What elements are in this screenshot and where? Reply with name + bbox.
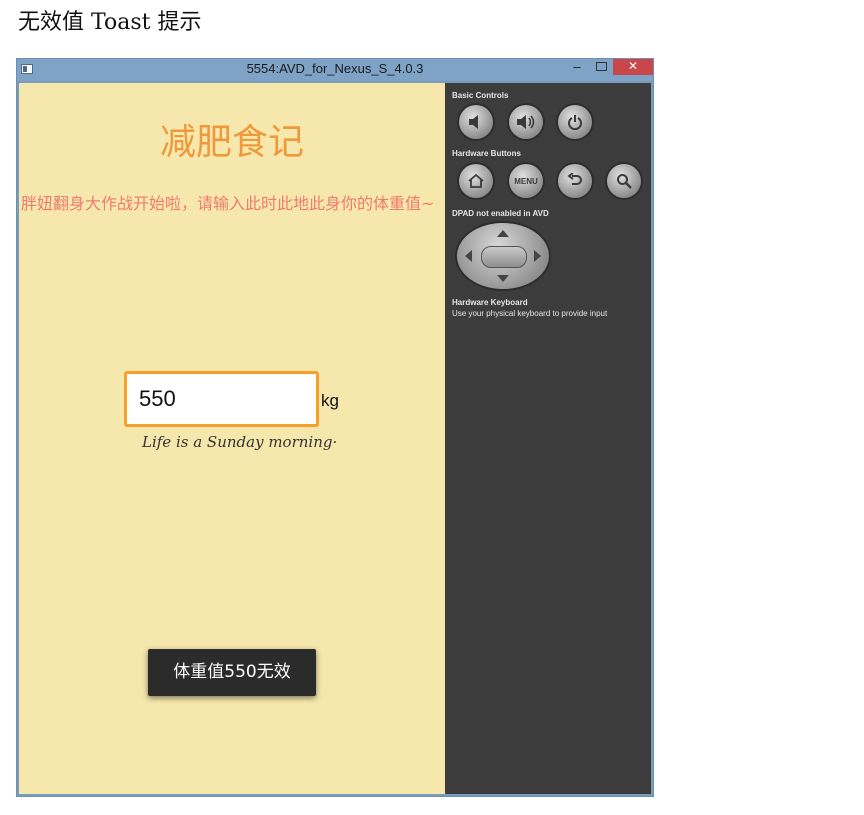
emulator-controls-panel: Basic Controls Hardware Buttons MENU DPA… <box>445 83 651 794</box>
phone-screen: 减肥食记 胖妞翻身大作战开始啦，请输入此时此地此身你的体重值~ kg Life … <box>19 83 445 794</box>
power-icon[interactable] <box>558 105 592 139</box>
toast-message: 体重值550无效 <box>148 649 316 696</box>
app-title: 减肥食记 <box>159 122 304 163</box>
tagline-text: Life is a Sunday morning· <box>142 433 338 451</box>
page-caption: 无效值 Toast 提示 <box>18 10 202 35</box>
maximize-button[interactable] <box>593 59 609 77</box>
home-icon[interactable] <box>459 164 493 198</box>
weight-input[interactable] <box>124 371 319 427</box>
dpad-right-icon <box>534 250 541 262</box>
hardware-buttons-label: Hardware Buttons <box>452 149 521 158</box>
minimize-button[interactable]: – <box>569 59 585 77</box>
dpad-control <box>457 223 549 289</box>
emulator-window: 5554:AVD_for_Nexus_S_4.0.3 – ✕ 减肥食记 胖妞翻身… <box>16 58 654 797</box>
dpad-left-icon <box>465 250 472 262</box>
unit-label: kg <box>321 391 339 410</box>
close-button[interactable]: ✕ <box>613 59 653 75</box>
dpad-center-icon <box>481 246 527 268</box>
dpad-down-icon <box>497 275 509 282</box>
search-icon[interactable] <box>607 164 641 198</box>
weight-prompt: 胖妞翻身大作战开始啦，请输入此时此地此身你的体重值~ <box>21 194 435 213</box>
dpad-up-icon <box>497 230 509 237</box>
volume-down-icon[interactable] <box>459 105 493 139</box>
window-title: 5554:AVD_for_Nexus_S_4.0.3 <box>246 61 424 76</box>
basic-controls-label: Basic Controls <box>452 91 509 100</box>
back-icon[interactable] <box>558 164 592 198</box>
dpad-label: DPAD not enabled in AVD <box>452 209 549 218</box>
volume-up-icon[interactable] <box>509 105 543 139</box>
maximize-icon <box>595 62 607 71</box>
menu-icon[interactable]: MENU <box>509 164 543 198</box>
hardware-keyboard-info: Hardware Keyboard Use your physical keyb… <box>452 297 652 319</box>
window-titlebar[interactable]: 5554:AVD_for_Nexus_S_4.0.3 – ✕ <box>17 59 653 81</box>
hardware-keyboard-hint: Use your physical keyboard to provide in… <box>452 309 608 318</box>
hardware-keyboard-title: Hardware Keyboard <box>452 298 528 307</box>
